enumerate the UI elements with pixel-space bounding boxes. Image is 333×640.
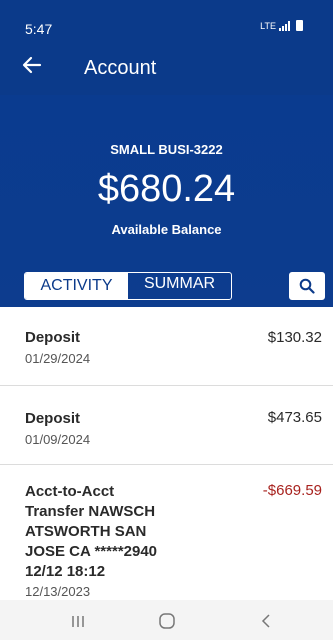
search-icon — [299, 278, 315, 294]
page-title: Account — [84, 57, 157, 79]
tab-summary-label: SUMMAR — [143, 275, 216, 292]
transaction-description-line: Transfer NAWSCH — [25, 503, 156, 520]
search-button[interactable] — [289, 272, 325, 300]
transaction-row[interactable]: Deposit 01/09/2024 $473.65 — [0, 386, 333, 465]
system-back-button[interactable] — [246, 608, 286, 634]
tab-activity[interactable]: ACTIVITY — [25, 273, 128, 299]
transaction-description-line: 12/12 18:12 — [25, 563, 106, 580]
back-icon — [261, 614, 270, 628]
back-arrow-icon — [22, 56, 42, 74]
back-button[interactable] — [22, 50, 56, 84]
signal-icon — [279, 20, 293, 31]
transaction-date: 01/09/2024 — [25, 432, 91, 447]
transaction-row[interactable]: Deposit 01/29/2024 $130.32 — [0, 307, 333, 386]
transaction-date: 12/13/2023 — [25, 584, 91, 599]
transaction-description: Deposit — [25, 410, 81, 427]
home-button[interactable] — [147, 608, 187, 634]
transaction-description: Acct-to-Acct Transfer NAWSCH ATSWORTH SA… — [25, 482, 157, 582]
status-time: 5:47 — [25, 21, 53, 37]
transaction-amount: -$669.59 — [262, 482, 322, 499]
transaction-row[interactable]: Acct-to-Acct Transfer NAWSCH ATSWORTH SA… — [0, 465, 333, 605]
recent-apps-icon — [72, 616, 84, 627]
status-bar: 5:47 LTE — [0, 0, 333, 40]
home-icon — [159, 613, 175, 629]
transaction-description-line: Acct-to-Acct — [25, 483, 115, 500]
account-name: SMALL BUSI-3222 — [110, 142, 223, 157]
available-balance: $680.24 — [97, 168, 236, 210]
transaction-description: Deposit — [25, 329, 81, 346]
tab-bar: ACTIVITY SUMMAR ⌄ — [24, 272, 232, 300]
battery-icon — [296, 20, 303, 31]
network-type: LTE — [260, 20, 276, 31]
app-bar: Account — [0, 40, 333, 95]
transaction-date: 01/29/2024 — [25, 351, 91, 366]
recent-apps-button[interactable] — [58, 608, 98, 634]
status-icons: LTE — [260, 20, 303, 31]
available-balance-label: Available Balance — [111, 222, 222, 237]
transaction-description-line: JOSE CA *****2940 — [25, 543, 158, 560]
system-nav-bar — [0, 600, 333, 640]
chevron-down-icon: ⌄ — [174, 293, 185, 300]
transaction-amount: $473.65 — [267, 409, 322, 426]
transaction-amount: $130.32 — [267, 329, 322, 346]
tab-summary[interactable]: SUMMAR ⌄ — [128, 273, 231, 299]
transaction-description-line: ATSWORTH SAN — [25, 523, 147, 540]
